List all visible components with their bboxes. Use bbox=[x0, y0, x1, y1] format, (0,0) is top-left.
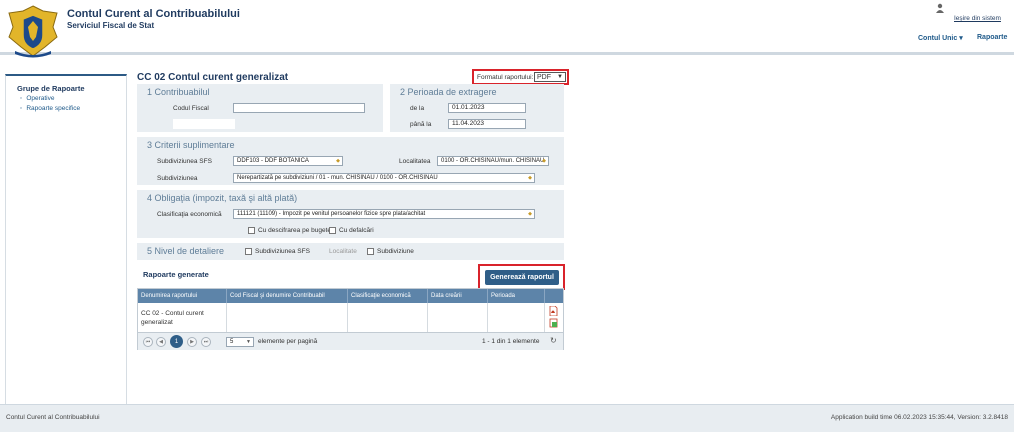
subdiv-label: Subdiviziunea bbox=[157, 175, 198, 182]
footer-build-info: Application build time 06.02.2023 15:35:… bbox=[830, 414, 1008, 421]
section-criterii: 3 Criterii suplimentare Subdiviziunea SF… bbox=[137, 137, 564, 185]
table-row: CC 02 - Contul curent generalizat bbox=[138, 303, 227, 332]
per-page-label: elemente per pagină bbox=[258, 338, 318, 345]
prev-page-button[interactable]: ◀ bbox=[156, 337, 166, 347]
chevron-down-icon: ▼ bbox=[557, 74, 563, 80]
chevron-updown-icon: ◆ bbox=[528, 211, 532, 217]
user-icon bbox=[936, 3, 944, 13]
app-title: Contul Curent al Contribuabilului bbox=[67, 8, 240, 20]
col-name[interactable]: Denumirea raportului bbox=[138, 289, 227, 303]
date-from-label: de la bbox=[410, 105, 425, 112]
report-format-value: PDF bbox=[537, 74, 551, 81]
chevron-down-icon: ▼ bbox=[246, 339, 251, 345]
sfs-select[interactable]: DDF103 - DDF BOTANICA ◆ bbox=[233, 156, 343, 166]
chevron-updown-icon: ◆ bbox=[336, 158, 340, 164]
reports-table: Denumirea raportului Cod Fiscal şi denum… bbox=[137, 288, 564, 350]
col-fiscal[interactable]: Cod Fiscal şi denumire Contribuabil bbox=[227, 289, 348, 303]
period-cell bbox=[488, 303, 545, 332]
budget-checkbox[interactable] bbox=[248, 227, 255, 234]
sidebar-item-operative[interactable]: Operative bbox=[20, 95, 54, 102]
fiscal-code-label: Codul Fiscal bbox=[173, 105, 209, 112]
page-title: CC 02 Contul curent generalizat bbox=[137, 72, 289, 83]
nav-contul-unic[interactable]: Contul Unic ▾ bbox=[918, 34, 963, 42]
section-title: 4 Obligaţia (impozit, taxă şi altă plată… bbox=[147, 193, 298, 203]
app-subtitle: Serviciul Fiscal de Stat bbox=[67, 21, 155, 30]
footer: Contul Curent al Contribuabilului Applic… bbox=[0, 404, 1014, 432]
sidebar-title: Grupe de Rapoarte bbox=[17, 84, 85, 93]
detail-subdiv-checkbox[interactable] bbox=[367, 248, 374, 255]
taxpayer-name-field bbox=[173, 119, 235, 129]
logout-link[interactable]: Ieşire din sistem bbox=[954, 15, 1001, 22]
report-format-group: Formatul raportului: PDF ▼ bbox=[472, 69, 569, 85]
classification-cell bbox=[348, 303, 428, 332]
header: Contul Curent al Contribuabilului Servic… bbox=[0, 0, 1014, 58]
locality-select[interactable]: 0100 - OR.CHISINAU/mun. CHISINAU ◆ bbox=[437, 156, 549, 166]
detail-locality-label: Localitate bbox=[329, 248, 357, 255]
first-page-button[interactable]: ⏮ bbox=[143, 337, 153, 347]
next-page-button[interactable]: ▶ bbox=[187, 337, 197, 347]
generate-report-button[interactable]: Generează raportul bbox=[485, 270, 559, 285]
locality-label: Localitatea bbox=[399, 158, 431, 165]
chevron-updown-icon: ◆ bbox=[528, 175, 532, 181]
section-perioada: 2 Perioada de extragere de la 01.01.2023… bbox=[390, 84, 564, 132]
section-obligatia: 4 Obligaţia (impozit, taxă şi altă plată… bbox=[137, 190, 564, 238]
page-size-select[interactable]: 5 ▼ bbox=[226, 337, 254, 347]
download-icon[interactable] bbox=[549, 318, 558, 328]
section-title: 5 Nivel de detaliere bbox=[147, 246, 225, 256]
last-page-button[interactable]: ⏭ bbox=[201, 337, 211, 347]
locality-value: 0100 - OR.CHISINAU/mun. CHISINAU bbox=[441, 158, 545, 164]
date-from-input[interactable]: 01.01.2023 bbox=[448, 103, 526, 113]
date-cell bbox=[428, 303, 488, 332]
date-to-input[interactable]: 11.04.2023 bbox=[448, 119, 526, 129]
section-contribuabil: 1 Contribuabilul Codul Fiscal bbox=[137, 84, 383, 132]
subdiv-select[interactable]: Nerepartizată pe subdiviziuni / 01 - mun… bbox=[233, 173, 535, 183]
page-size-value: 5 bbox=[230, 339, 234, 345]
report-format-label: Formatul raportului: bbox=[477, 74, 534, 81]
section-title: 1 Contribuabilul bbox=[147, 87, 210, 97]
generate-highlight: Generează raportul bbox=[478, 264, 565, 290]
sidebar-item-rapoarte-specifice[interactable]: Rapoarte specifice bbox=[20, 105, 80, 112]
budget-checkbox-label: Cu descifrarea pe bugete bbox=[258, 227, 331, 234]
date-to-label: până la bbox=[410, 121, 432, 128]
discount-checkbox[interactable] bbox=[329, 227, 336, 234]
fiscal-code-input[interactable] bbox=[233, 103, 365, 113]
col-period[interactable]: Perioada bbox=[488, 289, 545, 303]
classification-select[interactable]: 111121 (11109) - Impozit pe venitul pers… bbox=[233, 209, 535, 219]
chevron-updown-icon: ◆ bbox=[542, 158, 546, 164]
report-name-cell: CC 02 - Contul curent generalizat bbox=[141, 310, 204, 326]
sidebar: Grupe de Rapoarte Operative Rapoarte spe… bbox=[5, 74, 127, 406]
classification-label: Clasificaţia economică bbox=[157, 211, 222, 218]
pdf-icon[interactable] bbox=[549, 306, 558, 316]
report-format-select[interactable]: PDF ▼ bbox=[534, 72, 566, 82]
current-page-button[interactable]: 1 bbox=[170, 335, 183, 348]
section-title: 2 Perioada de extragere bbox=[400, 87, 497, 97]
classification-value: 111121 (11109) - Impozit pe venitul pers… bbox=[237, 211, 426, 217]
nav-rapoarte[interactable]: Rapoarte bbox=[977, 34, 1007, 41]
pager: ⏮ ◀ 1 ▶ ⏭ 5 ▼ elemente per pagină 1 - 1 … bbox=[138, 332, 563, 350]
detail-subdiv-label: Subdiviziune bbox=[377, 248, 414, 255]
detail-sfs-label: Subdiviziunea SFS bbox=[255, 248, 310, 255]
refresh-icon[interactable]: ↻ bbox=[550, 336, 557, 345]
table-header: Denumirea raportului Cod Fiscal şi denum… bbox=[138, 289, 563, 303]
pager-summary: 1 - 1 din 1 elemente bbox=[482, 338, 540, 345]
section-title: 3 Criterii suplimentare bbox=[147, 140, 235, 150]
sfs-label: Subdiviziunea SFS bbox=[157, 158, 212, 165]
footer-app-name: Contul Curent al Contribuabilului bbox=[6, 414, 100, 421]
state-emblem-logo bbox=[8, 5, 58, 58]
col-classification[interactable]: Clasificaţie economică bbox=[348, 289, 428, 303]
col-date[interactable]: Data creării bbox=[428, 289, 488, 303]
sfs-value: DDF103 - DDF BOTANICA bbox=[237, 158, 309, 164]
reports-title: Rapoarte generate bbox=[143, 270, 209, 279]
section-nivel: 5 Nivel de detaliere Subdiviziunea SFS L… bbox=[137, 243, 564, 260]
discount-checkbox-label: Cu defalcări bbox=[339, 227, 374, 234]
fiscal-cell bbox=[227, 303, 348, 332]
detail-sfs-checkbox[interactable] bbox=[245, 248, 252, 255]
subdiv-value: Nerepartizată pe subdiviziuni / 01 - mun… bbox=[237, 175, 438, 181]
